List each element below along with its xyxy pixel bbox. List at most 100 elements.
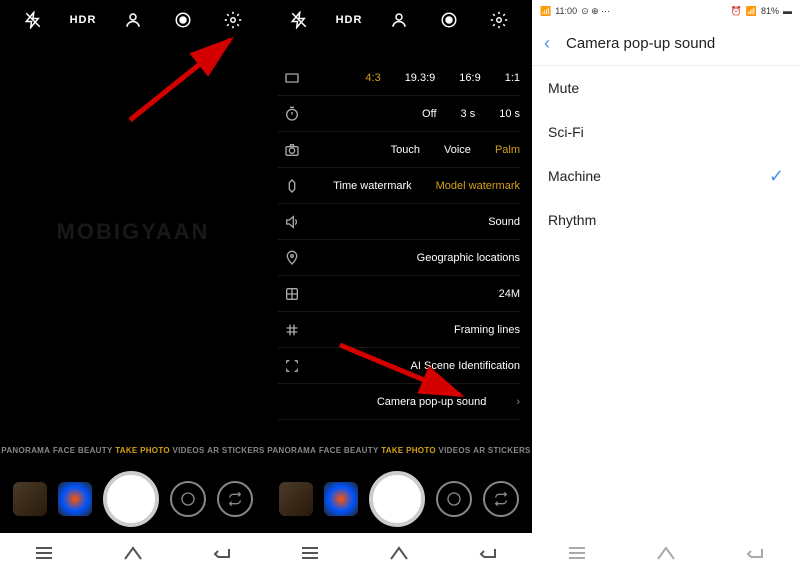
aiscene-row[interactable]: AI Scene Identification [278,348,520,384]
battery-percent: 81% [761,6,779,16]
portrait-icon[interactable] [121,8,145,32]
signal-icon: 📶 [540,6,551,17]
ratio-19-3-9[interactable]: 19.3:9 [405,72,436,84]
filter-thumbnail[interactable] [58,482,92,516]
hdr-toggle[interactable]: HDR [337,8,361,32]
popup-sound-row[interactable]: Camera pop-up sound › [278,384,520,420]
home-icon[interactable] [654,541,678,565]
gallery-thumbnail[interactable] [279,482,313,516]
camera-top-toolbar: HDR [266,0,532,40]
shutter-touch[interactable]: Touch [391,144,420,156]
resolution-icon [278,286,306,302]
ratio-4-3[interactable]: 4:3 [365,72,380,84]
back-icon[interactable] [210,541,234,565]
location-icon [278,250,306,266]
ratio-16-9[interactable]: 16:9 [459,72,480,84]
flash-icon[interactable] [287,8,311,32]
watermark-icon [278,178,306,194]
sound-option-scifi[interactable]: Sci-Fi [532,110,800,154]
popup-sound-settings-screen: 📶 11:00 ⊙ ⊕ ⋯ ⏰ 📶 81% ▬ ‹ Camera pop-up … [532,0,800,573]
timer-row[interactable]: Off 3 s 10 s [278,96,520,132]
camera-shutter-bar [0,465,266,533]
mode-takephoto[interactable]: TAKE PHOTO [381,446,436,455]
popup-label: Camera pop-up sound [377,396,486,408]
live-icon[interactable] [171,8,195,32]
camera-icon [278,142,306,158]
camera-viewfinder[interactable]: MOBIGYAAN [0,40,266,423]
mode-takephoto[interactable]: TAKE PHOTO [115,446,170,455]
grid-icon [278,322,306,338]
settings-gear-icon[interactable] [221,8,245,32]
wifi-icon: 📶 [746,6,757,17]
mode-panorama[interactable]: PANORAMA [1,446,50,455]
mode-arstickers[interactable]: AR STICKERS [207,446,265,455]
back-chevron-icon[interactable]: ‹ [544,33,550,54]
framing-row[interactable]: Framing lines [278,312,520,348]
filter-thumbnail[interactable] [324,482,358,516]
switch-camera-icon[interactable] [217,481,253,517]
recents-icon[interactable] [565,541,589,565]
home-icon[interactable] [387,541,411,565]
aspect-ratio-row[interactable]: 4:3 19.3:9 16:9 1:1 [278,60,520,96]
mode-videos[interactable]: VIDEOS [439,446,471,455]
resolution-row[interactable]: 24M [278,276,520,312]
sound-label: Mute [548,80,579,96]
sound-option-machine[interactable]: Machine ✓ [532,154,800,198]
recents-icon[interactable] [298,541,322,565]
shutter-voice[interactable]: Voice [444,144,471,156]
mode-videos[interactable]: VIDEOS [173,446,205,455]
sound-label: Machine [548,168,601,184]
timer-10s[interactable]: 10 s [499,108,520,120]
speaker-icon [278,214,306,230]
shutter-button[interactable] [369,471,425,527]
status-extra-icons: ⊙ ⊕ ⋯ [581,6,610,17]
sound-option-rhythm[interactable]: Rhythm [532,198,800,242]
mode-arstickers[interactable]: AR STICKERS [473,446,531,455]
ai-icon [278,358,306,374]
cancel-circle-icon[interactable] [436,481,472,517]
android-nav-bar [266,533,532,573]
portrait-icon[interactable] [387,8,411,32]
live-icon[interactable] [437,8,461,32]
camera-screen-2: HDR 4:3 19.3:9 16:9 1:1 Off 3 s 10 s [266,0,532,573]
switch-camera-icon[interactable] [483,481,519,517]
shutter-button[interactable] [103,471,159,527]
timer-3s[interactable]: 3 s [461,108,476,120]
flash-icon[interactable] [21,8,45,32]
geo-label: Geographic locations [417,252,520,264]
camera-mode-strip: PANORAMA FACE BEAUTY TAKE PHOTO VIDEOS A… [266,435,532,465]
shutter-mode-row[interactable]: Touch Voice Palm [278,132,520,168]
watermark-text: MOBIGYAAN [57,219,210,245]
checkmark-icon: ✓ [769,166,784,187]
resolution-label: 24M [499,288,520,300]
time-watermark[interactable]: Time watermark [333,180,411,192]
geo-row[interactable]: Geographic locations [278,240,520,276]
aspect-icon [278,70,306,86]
aiscene-label: AI Scene Identification [411,360,520,372]
alarm-icon: ⏰ [731,6,742,17]
watermark-row[interactable]: Time watermark Model watermark [278,168,520,204]
model-watermark[interactable]: Model watermark [436,180,520,192]
camera-mode-strip: PANORAMA FACE BEAUTY TAKE PHOTO VIDEOS A… [0,435,266,465]
hdr-toggle[interactable]: HDR [71,8,95,32]
page-title: Camera pop-up sound [566,35,715,52]
timer-off[interactable]: Off [422,108,436,120]
sound-option-mute[interactable]: Mute [532,66,800,110]
back-icon[interactable] [743,541,767,565]
cancel-circle-icon[interactable] [170,481,206,517]
settings-gear-icon[interactable] [487,8,511,32]
recents-icon[interactable] [32,541,56,565]
home-icon[interactable] [121,541,145,565]
sound-label: Rhythm [548,212,596,228]
back-icon[interactable] [476,541,500,565]
camera-shutter-bar [266,465,532,533]
gallery-thumbnail[interactable] [13,482,47,516]
mode-facebeauty[interactable]: FACE BEAUTY [319,446,379,455]
sound-label: Sound [488,216,520,228]
shutter-palm[interactable]: Palm [495,144,520,156]
ratio-1-1[interactable]: 1:1 [505,72,520,84]
mode-panorama[interactable]: PANORAMA [267,446,316,455]
sound-row[interactable]: Sound [278,204,520,240]
camera-settings-panel: 4:3 19.3:9 16:9 1:1 Off 3 s 10 s Touch V… [266,60,532,420]
mode-facebeauty[interactable]: FACE BEAUTY [53,446,113,455]
